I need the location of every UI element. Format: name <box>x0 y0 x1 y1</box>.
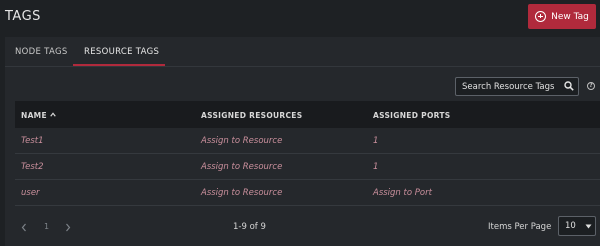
assigned-ports-link[interactable]: 1 <box>373 136 378 146</box>
table-row: user Assign to Resource Assign to Port <box>15 180 600 206</box>
page-title: TAGS <box>5 9 41 24</box>
current-page-number[interactable]: 1 <box>44 222 49 231</box>
tab-resource-tags[interactable]: RESOURCE TAGS <box>84 47 159 57</box>
search-box <box>455 77 579 96</box>
resource-tags-table: NAME ASSIGNED RESOURCES ASSIGNED PORTS T… <box>15 101 600 206</box>
tab-node-tags[interactable]: NODE TAGS <box>15 47 68 57</box>
chevron-right-icon[interactable] <box>65 223 71 232</box>
new-tag-button[interactable]: New Tag <box>528 4 596 29</box>
help-icon[interactable]: ? <box>587 82 595 90</box>
column-header-name[interactable]: NAME <box>21 111 47 120</box>
tag-name-link[interactable]: Test1 <box>21 136 44 146</box>
pagination-bar: 1 1-9 of 9 Items Per Page 10 <box>5 211 600 246</box>
tag-name-link[interactable]: user <box>21 188 40 198</box>
tags-page: TAGS New Tag NODE TAGS RESOURCE TAGS ? N… <box>0 0 600 246</box>
assign-resource-link[interactable]: Assign to Resource <box>201 188 282 198</box>
search-input[interactable] <box>456 78 560 95</box>
column-header-assigned-ports: ASSIGNED PORTS <box>373 111 451 120</box>
sort-ascending-icon[interactable] <box>50 112 56 117</box>
pagination-range: 1-9 of 9 <box>233 222 266 232</box>
items-per-page-select[interactable]: 10 <box>558 216 596 236</box>
assign-resource-link[interactable]: Assign to Resource <box>201 136 282 146</box>
search-icon[interactable] <box>564 81 574 91</box>
tab-bar: NODE TAGS RESOURCE TAGS <box>5 37 600 67</box>
assign-resource-link[interactable]: Assign to Resource <box>201 162 282 172</box>
chevron-left-icon[interactable] <box>21 223 27 232</box>
assigned-ports-link[interactable]: 1 <box>373 162 378 172</box>
assign-port-link[interactable]: Assign to Port <box>373 188 432 198</box>
items-per-page-label: Items Per Page <box>488 222 552 232</box>
table-header: NAME ASSIGNED RESOURCES ASSIGNED PORTS <box>15 101 600 128</box>
caret-down-icon <box>585 224 592 229</box>
column-header-assigned-resources: ASSIGNED RESOURCES <box>201 111 303 120</box>
table-row: Test2 Assign to Resource 1 <box>15 154 600 180</box>
table-row: Test1 Assign to Resource 1 <box>15 128 600 154</box>
page-header: TAGS New Tag <box>0 0 600 36</box>
items-per-page-value: 10 <box>565 221 576 231</box>
plus-circle-icon <box>535 11 547 22</box>
tags-card: NODE TAGS RESOURCE TAGS ? NAME ASSIGNED … <box>5 37 600 246</box>
active-tab-indicator <box>73 64 165 66</box>
new-tag-label: New Tag <box>551 11 589 22</box>
tag-name-link[interactable]: Test2 <box>21 162 44 172</box>
